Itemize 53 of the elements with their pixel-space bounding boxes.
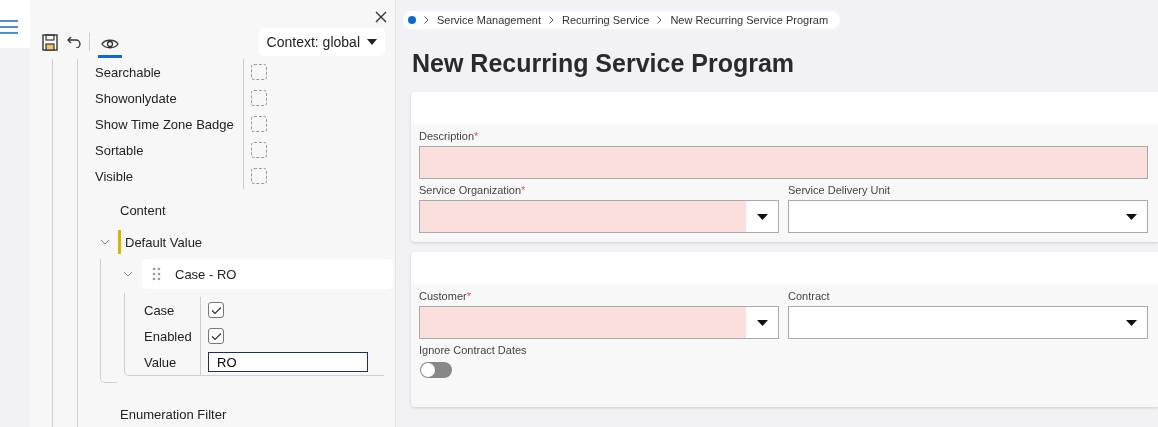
- section-label: Enumeration Filter: [120, 407, 228, 422]
- breadcrumb-link[interactable]: New Recurring Service Program: [670, 14, 829, 26]
- eye-icon: [101, 37, 119, 50]
- property-label: Visible: [95, 168, 135, 184]
- dropdown-field[interactable]: [788, 200, 1148, 233]
- section-label: Default Value: [125, 234, 203, 250]
- value-input[interactable]: RO: [208, 352, 368, 372]
- section-label: Content: [120, 202, 167, 220]
- property-label: Show Time Zone Badge: [95, 116, 235, 132]
- caret-down-icon: [1126, 213, 1137, 220]
- chevron-right-icon: [548, 16, 554, 24]
- item-card[interactable]: Case - RO: [142, 259, 393, 289]
- save-icon[interactable]: [42, 33, 58, 51]
- field-label: Ignore Contract Dates: [419, 343, 528, 358]
- drag-handle-icon[interactable]: [152, 267, 161, 281]
- dropdown-field[interactable]: [419, 200, 779, 233]
- property-label: Value: [144, 354, 178, 370]
- field-label: Service Delivery Unit: [788, 183, 892, 198]
- field-label: Customer*: [419, 289, 472, 304]
- close-icon[interactable]: [375, 11, 387, 23]
- caret-down-icon: [757, 319, 768, 326]
- checkbox[interactable]: [251, 168, 267, 184]
- dropdown-field[interactable]: [788, 306, 1148, 339]
- checkbox[interactable]: [251, 64, 267, 80]
- checkbox[interactable]: [208, 302, 224, 318]
- toggle-switch[interactable]: [420, 362, 452, 378]
- checkbox[interactable]: [208, 328, 224, 344]
- property-label: Sortable: [95, 142, 145, 158]
- breadcrumb-link[interactable]: Service Management: [437, 14, 541, 26]
- checkbox[interactable]: [251, 90, 267, 106]
- chevron-icon[interactable]: [100, 239, 110, 245]
- breadcrumb-link[interactable]: Recurring Service: [561, 14, 650, 26]
- property-label: Case: [144, 302, 176, 318]
- context-dropdown[interactable]: Context: global: [258, 28, 385, 56]
- page-title: New Recurring Service Program: [412, 48, 796, 79]
- caret-down-icon: [367, 39, 377, 45]
- text-field[interactable]: [419, 146, 1148, 179]
- chevron-right-icon: [424, 16, 429, 24]
- dropdown-field[interactable]: [419, 306, 779, 339]
- chevron-icon[interactable]: [123, 271, 133, 277]
- field-label: Contract: [788, 289, 831, 304]
- caret-down-icon: [1126, 319, 1137, 326]
- caret-down-icon: [757, 213, 768, 220]
- property-label: Showonlydate: [95, 90, 178, 106]
- checkbox[interactable]: [251, 142, 267, 158]
- property-label: Enabled: [144, 328, 193, 344]
- undo-icon[interactable]: [66, 36, 81, 48]
- property-label: Searchable: [95, 64, 162, 80]
- field-label: Service Organization*: [419, 183, 527, 198]
- field-label: Description*: [419, 129, 480, 144]
- checkbox[interactable]: [251, 116, 267, 132]
- menu-icon[interactable]: [0, 20, 18, 34]
- chevron-right-icon: [657, 16, 663, 24]
